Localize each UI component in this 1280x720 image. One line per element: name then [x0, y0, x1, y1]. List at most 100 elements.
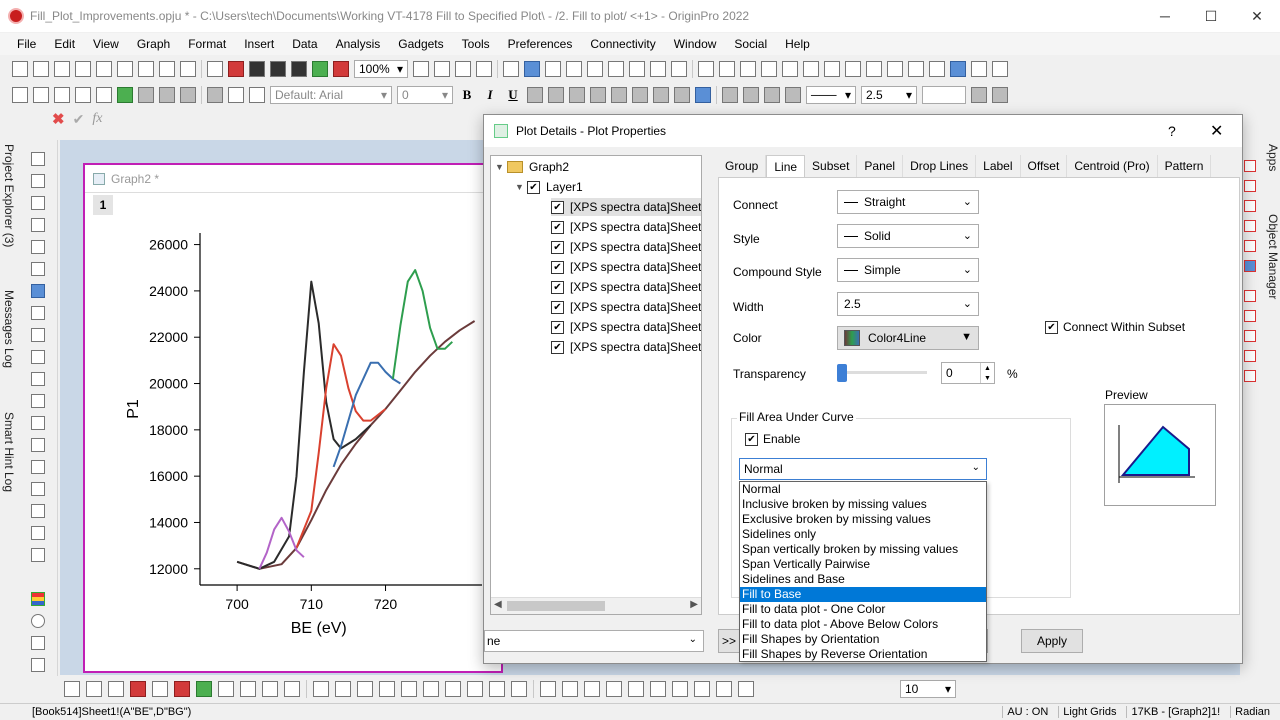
legend-icon[interactable]	[1244, 260, 1256, 272]
plot-checkbox[interactable]: ✔	[551, 320, 564, 334]
menu-window[interactable]: Window	[674, 37, 717, 51]
option-fill-to-data-plot-one-color[interactable]: Fill to data plot - One Color	[740, 602, 986, 617]
new-matrix-icon[interactable]	[96, 61, 112, 77]
table-icon[interactable]	[33, 87, 49, 103]
symbol-icon[interactable]	[785, 87, 801, 103]
bold-icon[interactable]: B	[458, 87, 476, 103]
hand-tool-icon[interactable]	[31, 460, 45, 474]
bottom-zoom-combo[interactable]: 10 ▾	[900, 680, 956, 698]
new-excel-icon[interactable]	[180, 61, 196, 77]
plot-checkbox[interactable]: ✔	[551, 260, 564, 274]
arrow-tool-icon[interactable]	[31, 394, 45, 408]
xps-line-chart[interactable]: 12000 14000 16000 18000 20000 22000 24000 26000…	[92, 193, 482, 653]
cut-icon[interactable]	[207, 87, 223, 103]
sum-icon[interactable]	[719, 61, 735, 77]
dialog-close-button[interactable]: ✕	[1210, 121, 1223, 141]
fill-pattern-icon[interactable]	[743, 87, 759, 103]
layer-icon[interactable]	[12, 87, 28, 103]
collapse-icon[interactable]: ▼	[515, 182, 527, 192]
menu-analysis[interactable]: Analysis	[336, 37, 381, 51]
status-autoupdate[interactable]: AU : ON	[1002, 706, 1052, 718]
star-icon[interactable]	[31, 658, 45, 672]
object-manager-tab[interactable]: Object Manager	[1266, 214, 1280, 299]
symbol-size-combo[interactable]	[922, 86, 966, 104]
duplicate-icon[interactable]	[455, 61, 471, 77]
plot-checkbox[interactable]: ✔	[551, 280, 564, 294]
scatter-plot-icon[interactable]	[86, 681, 102, 697]
add-graph-icon[interactable]	[31, 372, 45, 386]
zoom-combo[interactable]: 100% ▾	[354, 60, 408, 78]
project-explorer-tab[interactable]: Project Explorer (3)	[2, 144, 16, 247]
align-right-icon[interactable]	[562, 681, 578, 697]
menu-format[interactable]: Format	[188, 37, 226, 51]
color-combo[interactable]: Color4Line ▼	[837, 326, 979, 350]
font-size-combo[interactable]: 0 ▾	[397, 86, 453, 104]
column-plot-icon[interactable]	[130, 681, 146, 697]
tab-offset[interactable]: Offset	[1021, 155, 1068, 177]
grid-plot-icon[interactable]	[401, 681, 417, 697]
ungroup-icon[interactable]	[180, 87, 196, 103]
mask-icon[interactable]	[887, 61, 903, 77]
greek-icon[interactable]	[569, 87, 585, 103]
align-bottom-icon[interactable]	[606, 681, 622, 697]
new-folder-icon[interactable]	[33, 61, 49, 77]
add-layer-icon[interactable]	[117, 87, 133, 103]
y-axis-icon[interactable]	[950, 61, 966, 77]
mask-tool-icon[interactable]	[31, 548, 45, 562]
merge-icon[interactable]	[75, 87, 91, 103]
arrange-icon[interactable]	[54, 87, 70, 103]
3d-surface-icon[interactable]	[262, 681, 278, 697]
find-icon[interactable]	[587, 61, 603, 77]
tree-plot-item[interactable]: ✔ [XPS spectra data]Sheet1	[551, 298, 701, 316]
menu-file[interactable]: File	[17, 37, 36, 51]
paste-icon[interactable]	[249, 87, 265, 103]
status-angle-unit[interactable]: Radian	[1230, 706, 1274, 718]
apply-button[interactable]: Apply	[1021, 629, 1083, 653]
project-explorer-icon[interactable]	[524, 61, 540, 77]
status-theme[interactable]: Light Grids	[1058, 706, 1120, 718]
results-log-icon[interactable]	[545, 61, 561, 77]
reader-icon[interactable]	[908, 61, 924, 77]
menu-data[interactable]: Data	[292, 37, 317, 51]
data-selector-icon[interactable]	[31, 262, 45, 276]
copy-icon[interactable]	[228, 87, 244, 103]
layer-2-icon[interactable]	[1244, 310, 1256, 322]
settings-icon[interactable]	[671, 61, 687, 77]
group-icon[interactable]	[159, 87, 175, 103]
option-normal[interactable]: Normal	[740, 482, 986, 497]
tree-plot-item[interactable]: ✔ [XPS spectra data]Sheet1	[551, 218, 701, 236]
data-reader-icon[interactable]	[31, 240, 45, 254]
accept-edit-icon[interactable]: ✔	[73, 111, 85, 128]
help-button[interactable]: ?	[1168, 123, 1176, 139]
code-builder-icon[interactable]	[503, 61, 519, 77]
menu-view[interactable]: View	[93, 37, 119, 51]
align-icon[interactable]	[632, 87, 648, 103]
waterfall-icon[interactable]	[423, 681, 439, 697]
scroll-left-icon[interactable]: ◀	[494, 599, 502, 610]
transparency-slider[interactable]	[837, 364, 933, 382]
line-color-icon[interactable]	[764, 87, 780, 103]
rescale-x-icon[interactable]	[1244, 180, 1256, 192]
tab-line[interactable]: Line	[766, 155, 806, 177]
new-project-icon[interactable]	[12, 61, 28, 77]
font-combo[interactable]: Default: Arial ▾	[270, 86, 392, 104]
contour-icon[interactable]	[240, 681, 256, 697]
align-left-icon[interactable]	[540, 681, 556, 697]
tab-subset[interactable]: Subset	[805, 155, 858, 177]
compound-style-combo[interactable]: Simple ⌄	[837, 258, 979, 282]
tab-centroid[interactable]: Centroid (Pro)	[1067, 155, 1158, 177]
slider-thumb[interactable]	[837, 364, 847, 382]
line-tool-icon[interactable]	[31, 416, 45, 430]
border-icon[interactable]	[674, 87, 690, 103]
clear-filter-icon[interactable]	[866, 61, 882, 77]
increase-font-icon[interactable]	[590, 87, 606, 103]
line-symbol-icon[interactable]	[108, 681, 124, 697]
tree-plot-item[interactable]: ✔ [XPS spectra data]Sheet1	[551, 238, 701, 256]
function-icon[interactable]: fx	[92, 111, 102, 127]
tree-icon[interactable]	[566, 61, 582, 77]
layer-4-icon[interactable]	[1244, 350, 1256, 362]
enable-fill[interactable]: ✔ Enable	[745, 432, 800, 446]
menu-insert[interactable]: Insert	[244, 37, 274, 51]
plot-type-combo[interactable]: ne ⌄	[484, 630, 704, 652]
option-sidelines-and-base[interactable]: Sidelines and Base	[740, 572, 986, 587]
